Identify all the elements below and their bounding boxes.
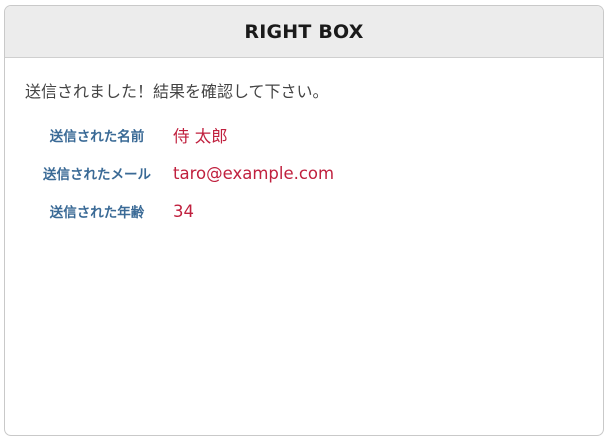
result-table: 送信された名前 侍 太郎 送信されたメール taro@example.com 送… bbox=[25, 116, 334, 230]
panel-title: RIGHT BOX bbox=[244, 20, 364, 43]
email-label: 送信されたメール bbox=[43, 167, 151, 183]
right-box-panel: RIGHT BOX 送信されました！結果を確認して下さい。 送信された名前 侍 … bbox=[4, 5, 604, 436]
result-row-email: 送信されたメール taro@example.com bbox=[25, 154, 334, 192]
submission-message: 送信されました！結果を確認して下さい。 bbox=[25, 82, 329, 101]
age-value: 34 bbox=[173, 201, 194, 221]
name-label: 送信された名前 bbox=[49, 129, 145, 145]
panel-body: 送信されました！結果を確認して下さい。 送信された名前 侍 太郎 送信されたメー… bbox=[5, 58, 603, 230]
age-label: 送信された年齢 bbox=[49, 205, 145, 221]
name-value: 侍 太郎 bbox=[173, 127, 228, 146]
result-row-name: 送信された名前 侍 太郎 bbox=[25, 116, 334, 154]
email-value: taro@example.com bbox=[173, 163, 335, 183]
result-row-age: 送信された年齢 34 bbox=[25, 192, 334, 230]
panel-header: RIGHT BOX bbox=[5, 6, 603, 58]
